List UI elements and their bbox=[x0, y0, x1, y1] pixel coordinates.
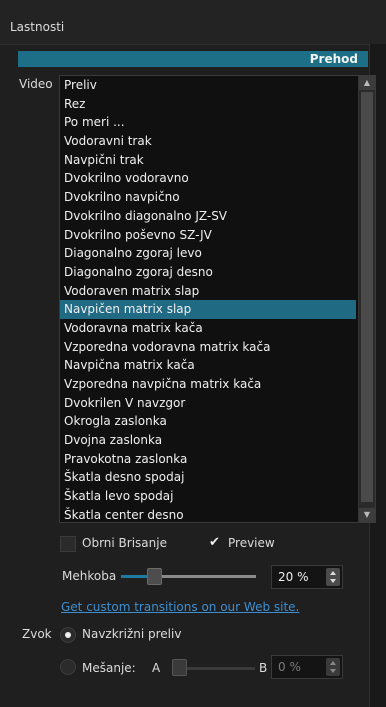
panel-title-bar: Lastnosti bbox=[0, 0, 386, 45]
section-title: Prehod bbox=[309, 52, 358, 66]
softness-spin-icon[interactable] bbox=[326, 568, 340, 586]
transition-list-item[interactable]: Škatla desno spodaj bbox=[60, 468, 356, 487]
scroll-down-arrow-icon[interactable]: ▼ bbox=[359, 508, 375, 522]
mix-a-label: A bbox=[152, 661, 161, 675]
preview-label: Preview bbox=[228, 536, 275, 550]
transition-list-item[interactable]: Vzporedna navpična matrix kača bbox=[60, 375, 356, 394]
transition-list-item[interactable]: Vodoravni trak bbox=[60, 132, 356, 151]
crossfade-radio[interactable] bbox=[60, 627, 76, 643]
transition-list-item[interactable]: Okrogla zaslonka bbox=[60, 412, 356, 431]
scroll-up-arrow-icon[interactable]: ▲ bbox=[359, 76, 375, 90]
softness-slider-handle[interactable] bbox=[147, 568, 162, 585]
mix-b-label: B bbox=[259, 661, 268, 675]
transition-list-item[interactable]: Diagonalno zgoraj desno bbox=[60, 263, 356, 282]
transition-list-item[interactable]: Dvojna zaslonka bbox=[60, 431, 356, 450]
invert-wipe-checkbox[interactable] bbox=[60, 536, 76, 552]
preview-check-icon[interactable]: ✔ bbox=[209, 535, 220, 550]
panel-title: Lastnosti bbox=[10, 20, 65, 34]
mix-label: Mešanje: bbox=[82, 661, 136, 675]
list-scrollbar[interactable]: ▲ ▼ bbox=[358, 76, 375, 522]
transition-list-item[interactable]: Diagonalno zgoraj levo bbox=[60, 244, 356, 263]
transition-list-item[interactable]: Navpična matrix kača bbox=[60, 356, 356, 375]
transition-list-item[interactable]: Dvokrilno navpično bbox=[60, 188, 356, 207]
audio-label: Zvok bbox=[22, 627, 52, 641]
transition-list-item[interactable]: Navpični trak bbox=[60, 151, 356, 170]
transition-list-item[interactable]: Dvokrilen V navzgor bbox=[60, 394, 356, 413]
softness-slider-fill bbox=[121, 575, 148, 578]
video-transition-list[interactable]: Preliv Rez Po meri ... Vodoravni trak Navpič… bbox=[59, 75, 376, 523]
scrollbar-thumb[interactable] bbox=[361, 92, 373, 502]
mix-radio[interactable] bbox=[60, 659, 76, 675]
transition-list-item[interactable]: Pravokotna zaslonka bbox=[60, 450, 356, 469]
transition-list-item[interactable]: Vodoraven matrix slap bbox=[60, 282, 356, 301]
transition-list-item[interactable]: Rez bbox=[60, 95, 356, 114]
softness-spinbox[interactable]: 20 % bbox=[271, 565, 343, 589]
section-header: Prehod bbox=[18, 51, 368, 67]
transition-list-item[interactable]: Po meri ... bbox=[60, 113, 356, 132]
softness-value[interactable]: 20 % bbox=[278, 570, 309, 584]
transition-list-items[interactable]: Preliv Rez Po meri ... Vodoravni trak Navpič… bbox=[60, 76, 356, 522]
transition-list-item[interactable]: Navpičen matrix slap bbox=[60, 300, 356, 319]
video-label: Video bbox=[19, 77, 53, 91]
crossfade-label: Navzkrižni preliv bbox=[82, 627, 182, 641]
mix-slider-handle[interactable] bbox=[172, 659, 187, 676]
softness-label: Mehkoba bbox=[62, 569, 117, 583]
mix-value[interactable]: 0 % bbox=[278, 660, 301, 674]
transition-list-item[interactable]: Vzporedna vodoravna matrix kača bbox=[60, 338, 356, 357]
custom-transitions-link[interactable]: Get custom transitions on our Web site. bbox=[61, 600, 299, 614]
invert-wipe-label: Obrni Brisanje bbox=[82, 536, 167, 550]
transition-list-item[interactable]: Preliv bbox=[60, 76, 356, 95]
mix-spin-icon[interactable] bbox=[326, 658, 340, 676]
transition-list-item[interactable]: Vodoravna matrix kača bbox=[60, 319, 356, 338]
transition-list-item[interactable]: Dvokrilno poševno SZ-JV bbox=[60, 226, 356, 245]
transition-list-item[interactable]: Škatla levo spodaj bbox=[60, 487, 356, 506]
transition-list-item[interactable]: Dvokrilno diagonalno JZ-SV bbox=[60, 207, 356, 226]
mix-spinbox[interactable]: 0 % bbox=[271, 655, 343, 679]
transition-list-item[interactable]: Dvokrilno vodoravno bbox=[60, 169, 356, 188]
transition-list-item[interactable]: Škatla center desno bbox=[60, 506, 356, 522]
